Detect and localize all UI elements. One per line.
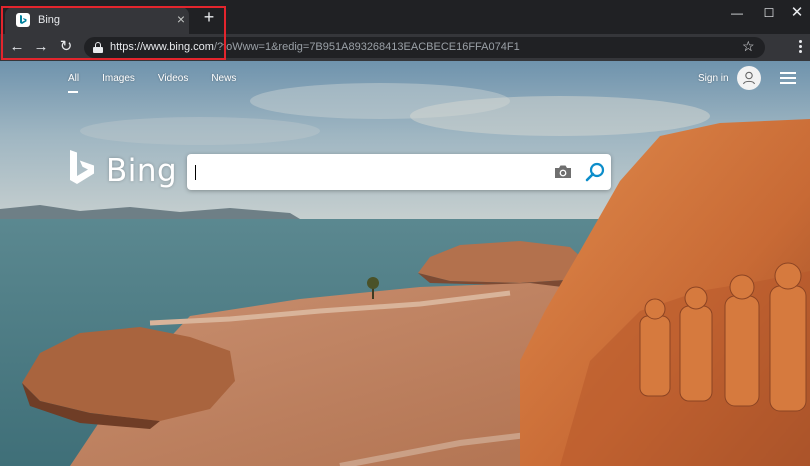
text-caret (195, 165, 196, 180)
search-box[interactable] (187, 154, 611, 190)
tab-images[interactable]: Images (102, 73, 135, 84)
search-icon[interactable] (584, 161, 606, 183)
camera-icon[interactable] (553, 163, 573, 181)
bing-logo[interactable]: Bing (68, 149, 177, 189)
minimize-button[interactable]: — (725, 4, 749, 22)
bing-b-icon (70, 150, 94, 184)
bing-homepage: All Images Videos News Sign in Bing (0, 61, 810, 466)
sign-in-link[interactable]: Sign in (698, 73, 729, 84)
tab-all[interactable]: All (68, 73, 79, 93)
highlight-annotation (1, 6, 226, 60)
bing-wordmark: Bing (106, 153, 178, 189)
background-image (0, 61, 810, 466)
tab-news[interactable]: News (211, 73, 236, 84)
url-path: /?toWww=1&redig=7B951A893268413EACBECE16… (213, 41, 520, 53)
tab-videos[interactable]: Videos (158, 73, 188, 84)
user-icon[interactable] (737, 66, 761, 90)
search-input[interactable] (187, 154, 542, 190)
maximize-button[interactable]: ☐ (757, 4, 781, 22)
bing-scope-nav: All Images Videos News (68, 73, 259, 93)
browser-menu-icon[interactable] (795, 38, 805, 56)
hamburger-icon[interactable] (780, 72, 796, 84)
close-window-button[interactable]: ✕ (785, 4, 809, 22)
star-icon[interactable]: ☆ (742, 38, 755, 55)
